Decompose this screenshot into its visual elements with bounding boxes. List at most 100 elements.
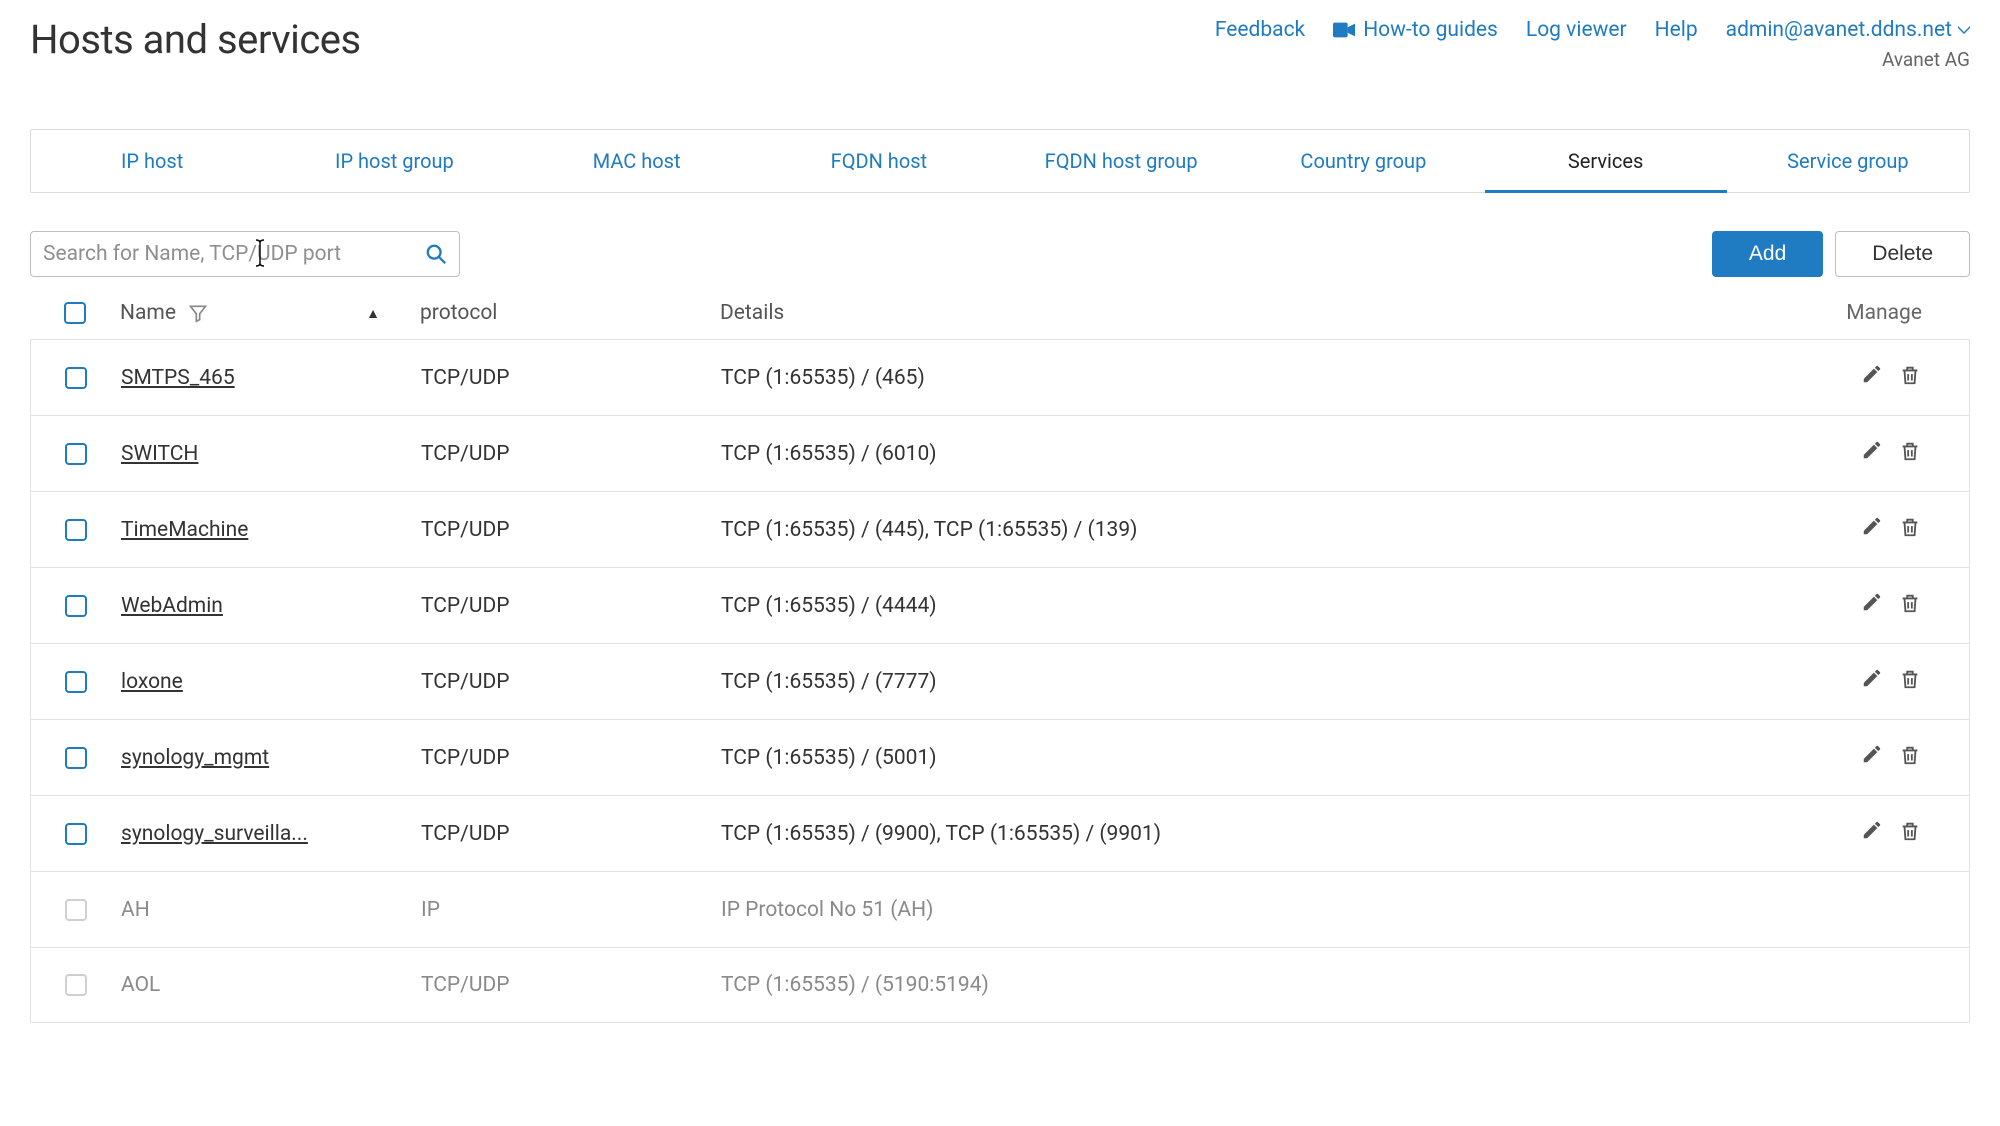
trash-icon[interactable] [1899, 819, 1921, 849]
cell-details: TCP (1:65535) / (4444) [721, 594, 1809, 618]
cell-name: AOL [121, 973, 421, 997]
trash-icon[interactable] [1899, 743, 1921, 773]
sort-asc-icon[interactable]: ▲ [366, 305, 420, 322]
cell-manage [1809, 515, 1969, 545]
tab-mac-host[interactable]: MAC host [516, 130, 758, 192]
row-checkbox-cell [31, 823, 121, 845]
table-row: AOL TCP/UDPTCP (1:65535) / (5190:5194) [30, 947, 1970, 1023]
row-checkbox[interactable] [65, 823, 87, 845]
chevron-down-icon [1958, 26, 1970, 34]
row-checkbox[interactable] [65, 671, 87, 693]
search-input[interactable] [43, 242, 417, 266]
cell-details: TCP (1:65535) / (5001) [721, 746, 1809, 770]
service-link[interactable]: synology_surveilla... [121, 822, 308, 846]
service-link[interactable]: synology_mgmt [121, 746, 269, 770]
howto-label: How-to guides [1363, 18, 1498, 42]
tab-fqdn-host-group[interactable]: FQDN host group [1000, 130, 1242, 192]
table-row: synology_mgmt TCP/UDPTCP (1:65535) / (500… [30, 719, 1970, 795]
logviewer-link[interactable]: Log viewer [1526, 18, 1627, 42]
cell-details: IP Protocol No 51 (AH) [721, 898, 1809, 922]
row-checkbox-cell [31, 899, 121, 921]
cell-manage [1809, 819, 1969, 849]
page-title: Hosts and services [30, 16, 361, 63]
row-checkbox[interactable] [65, 747, 87, 769]
cell-protocol: TCP/UDP [421, 594, 721, 618]
tab-service-group[interactable]: Service group [1727, 130, 1969, 192]
row-checkbox-cell [31, 671, 121, 693]
edit-icon[interactable] [1861, 439, 1883, 469]
help-link[interactable]: Help [1655, 18, 1698, 42]
select-all-checkbox[interactable] [64, 302, 86, 324]
row-checkbox[interactable] [65, 443, 87, 465]
search-icon[interactable] [425, 243, 447, 265]
row-checkbox[interactable] [65, 595, 87, 617]
row-checkbox-cell [31, 747, 121, 769]
row-checkbox[interactable] [65, 367, 87, 389]
cell-name: SWITCH [121, 442, 421, 466]
cell-details: TCP (1:65535) / (445), TCP (1:65535) / (… [721, 518, 1809, 542]
user-menu[interactable]: admin@avanet.ddns.net [1726, 18, 1970, 42]
edit-icon[interactable] [1861, 743, 1883, 773]
table-row: AH IPIP Protocol No 51 (AH) [30, 871, 1970, 947]
filter-icon[interactable] [188, 303, 208, 323]
trash-icon[interactable] [1899, 515, 1921, 545]
tab-country-group[interactable]: Country group [1242, 130, 1484, 192]
tab-services[interactable]: Services [1485, 130, 1727, 192]
trash-icon[interactable] [1899, 591, 1921, 621]
table-row: synology_surveilla...TCP/UDPTCP (1:65535… [30, 795, 1970, 871]
cell-protocol: TCP/UDP [421, 746, 721, 770]
howto-link[interactable]: How-to guides [1333, 18, 1498, 42]
edit-icon[interactable] [1861, 515, 1883, 545]
edit-icon[interactable] [1861, 363, 1883, 393]
org-name: Avanet AG [1882, 48, 1970, 71]
table-row: SWITCH TCP/UDPTCP (1:65535) / (6010) [30, 415, 1970, 491]
row-checkbox[interactable] [65, 519, 87, 541]
search-box[interactable] [30, 231, 460, 277]
trash-icon[interactable] [1899, 439, 1921, 469]
trash-icon[interactable] [1899, 363, 1921, 393]
cell-details: TCP (1:65535) / (465) [721, 366, 1809, 390]
cell-name: loxone [121, 670, 421, 694]
table-row: TimeMachineTCP/UDPTCP (1:65535) / (445),… [30, 491, 1970, 567]
cell-manage [1809, 667, 1969, 697]
row-checkbox [65, 974, 87, 996]
cell-protocol: TCP/UDP [421, 973, 721, 997]
cell-name: AH [121, 898, 421, 922]
cell-manage [1809, 363, 1969, 393]
tab-ip-host[interactable]: IP host [31, 130, 273, 192]
cell-name: TimeMachine [121, 518, 421, 542]
edit-icon[interactable] [1861, 591, 1883, 621]
cell-name: synology_surveilla... [121, 822, 421, 846]
select-all-cell [30, 302, 120, 324]
row-checkbox-cell [31, 519, 121, 541]
edit-icon[interactable] [1861, 819, 1883, 849]
delete-button[interactable]: Delete [1835, 231, 1970, 277]
service-link[interactable]: SMTPS_465 [121, 366, 235, 390]
service-link[interactable]: WebAdmin [121, 594, 223, 618]
cell-details: TCP (1:65535) / (6010) [721, 442, 1809, 466]
column-header-manage: Manage [1810, 301, 1970, 325]
edit-icon[interactable] [1861, 667, 1883, 697]
feedback-link[interactable]: Feedback [1215, 18, 1305, 42]
service-link[interactable]: SWITCH [121, 442, 198, 466]
column-header-protocol[interactable]: protocol [420, 301, 720, 325]
add-button[interactable]: Add [1712, 231, 1823, 277]
cell-details: TCP (1:65535) / (5190:5194) [721, 973, 1809, 997]
trash-icon[interactable] [1899, 667, 1921, 697]
service-link[interactable]: loxone [121, 670, 183, 694]
cell-protocol: TCP/UDP [421, 442, 721, 466]
service-label: AOL [121, 973, 160, 997]
cell-manage [1809, 743, 1969, 773]
column-header-name[interactable]: Name ▲ [120, 301, 420, 325]
column-header-details[interactable]: Details [720, 301, 1810, 325]
tab-fqdn-host[interactable]: FQDN host [758, 130, 1000, 192]
service-label: AH [121, 898, 150, 922]
table-row: loxoneTCP/UDPTCP (1:65535) / (7777) [30, 643, 1970, 719]
row-checkbox-cell [31, 443, 121, 465]
table-row: WebAdmin TCP/UDPTCP (1:65535) / (4444) [30, 567, 1970, 643]
cell-protocol: IP [421, 898, 721, 922]
row-checkbox-cell [31, 974, 121, 996]
service-link[interactable]: TimeMachine [121, 518, 248, 542]
cell-protocol: TCP/UDP [421, 366, 721, 390]
tab-ip-host-group[interactable]: IP host group [273, 130, 515, 192]
